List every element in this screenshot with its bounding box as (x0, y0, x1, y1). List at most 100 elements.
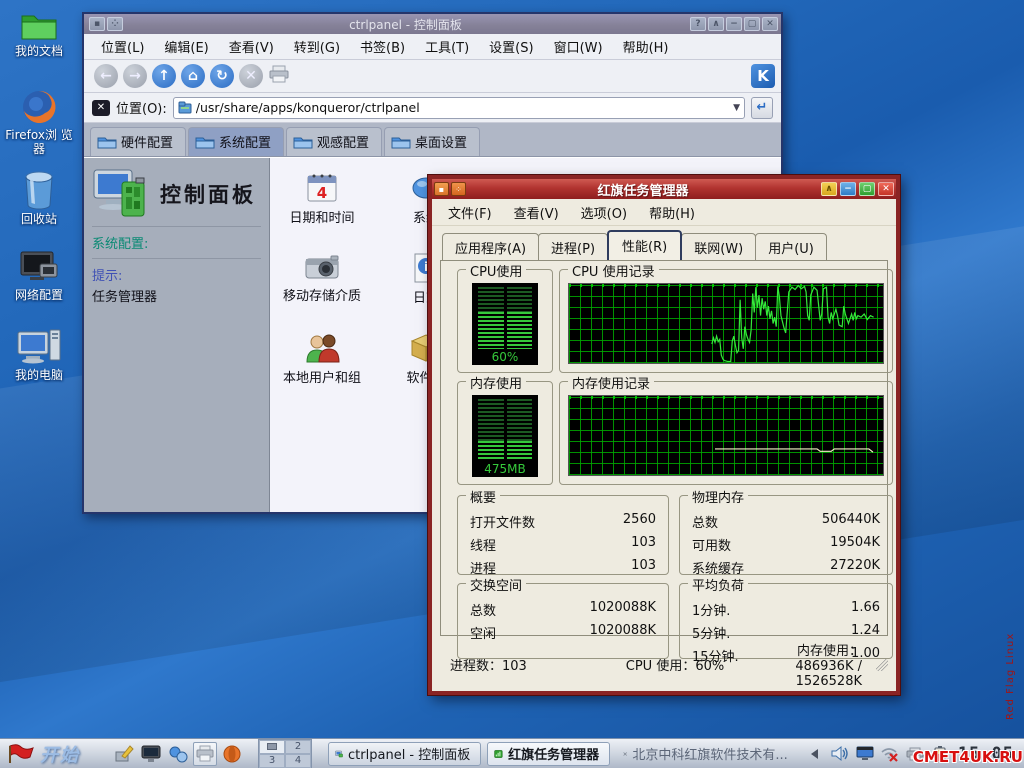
volume-icon[interactable] (830, 744, 850, 764)
display-tray-icon[interactable] (855, 744, 875, 764)
tab-hardware-config[interactable]: 硬件配置 (90, 127, 186, 156)
pager-desktop-1[interactable] (259, 740, 285, 754)
menu-edit[interactable]: 编辑(E) (155, 34, 217, 59)
desktop-icon-my-documents[interactable]: 我的文档 (0, 8, 78, 58)
desktop-icon-label: 网络配置 (0, 288, 78, 302)
konqueror-titlebar[interactable]: ▪ ⁘ ctrlpanel - 控制面板 ? ∧ − ▢ ✕ (84, 14, 781, 34)
shade-button[interactable]: ∧ (708, 17, 724, 31)
window-title: 红旗任务管理器 (468, 180, 818, 199)
taskmanager-titlebar[interactable]: ▪ ⁘ 红旗任务管理器 ∧ − ▢ ✕ (432, 179, 896, 199)
tab-appearance-config[interactable]: 观感配置 (286, 127, 382, 156)
menu-bookmarks[interactable]: 书签(B) (351, 34, 414, 59)
sidebar-hint-text: 任务管理器 (92, 286, 261, 305)
tab-system-config[interactable]: 系统配置 (188, 127, 284, 156)
desktop-icon-my-computer[interactable]: 我的电脑 (0, 328, 78, 382)
menu-help[interactable]: 帮助(H) (639, 200, 705, 225)
konqueror-toolbar: ← → ↑ ⌂ ↻ ✕ K (84, 60, 781, 93)
minimize-button[interactable]: − (726, 17, 742, 31)
konqueror-icon (335, 747, 343, 761)
tab-processes[interactable]: 进程(P) (538, 233, 608, 260)
menu-window[interactable]: 窗口(W) (545, 34, 612, 59)
trash-icon (21, 170, 57, 210)
location-label: 位置(O): (116, 98, 167, 117)
stop-icon[interactable]: ✕ (239, 64, 263, 88)
help-button[interactable]: ? (690, 17, 706, 31)
task-browser[interactable]: 北京中科红旗软件技术有... (616, 742, 799, 766)
item-removable-media[interactable]: 移动存储介质 (270, 252, 374, 332)
cpu-usage-group: CPU使用 60% (457, 269, 553, 373)
konqueror-menubar: 位置(L) 编辑(E) 查看(V) 转到(G) 书签(B) 工具(T) 设置(S… (84, 34, 781, 60)
kde-logo-icon: K (751, 64, 775, 88)
menu-file[interactable]: 文件(F) (438, 200, 502, 225)
media-player-icon[interactable] (220, 742, 244, 766)
window-menu-icon[interactable]: ▪ (434, 182, 449, 196)
cpu-history-group: CPU 使用记录 (559, 269, 893, 373)
up-icon[interactable]: ↑ (152, 64, 176, 88)
task-ctrlpanel[interactable]: ctrlpanel - 控制面板 (328, 742, 481, 766)
go-button[interactable]: ↵ (751, 97, 773, 119)
desktop-icon-firefox[interactable]: Firefox浏 览器 (0, 88, 78, 156)
task-taskmanager[interactable]: 红旗任务管理器 (487, 742, 610, 766)
sticky-icon[interactable]: ⁘ (451, 182, 466, 196)
swap-group: 交换空间 总数1020088K空闲1020088K (457, 583, 669, 659)
item-local-users-groups[interactable]: 本地用户和组 (270, 332, 374, 412)
print-icon[interactable] (268, 65, 290, 87)
desktop-icon-trash[interactable]: 回收站 (0, 170, 78, 226)
cpu-usage-value: 60% (472, 350, 538, 364)
memory-history-graph (568, 395, 884, 476)
sticky-icon[interactable]: ⁘ (107, 17, 123, 31)
maximize-button[interactable]: ▢ (859, 182, 875, 196)
menu-settings[interactable]: 设置(S) (480, 34, 542, 59)
window-menu-icon[interactable]: ▪ (89, 17, 105, 31)
stat-row: 5分钟.1.24 (692, 621, 880, 644)
desktop-icon-network-config[interactable]: 网络配置 (0, 250, 78, 302)
menu-options[interactable]: 选项(O) (571, 200, 637, 225)
menu-help[interactable]: 帮助(H) (614, 34, 678, 59)
tab-networking[interactable]: 联网(W) (681, 233, 756, 260)
display-settings-icon[interactable] (139, 742, 163, 766)
tab-desktop-settings[interactable]: 桌面设置 (384, 127, 480, 156)
chevron-down-icon[interactable]: ▼ (733, 103, 740, 113)
back-icon[interactable]: ← (94, 64, 118, 88)
close-button[interactable]: ✕ (878, 182, 894, 196)
network-places-icon[interactable] (166, 742, 190, 766)
folder-small-icon (178, 101, 192, 114)
location-value[interactable]: /usr/share/apps/konqueror/ctrlpanel (196, 100, 729, 115)
reload-icon[interactable]: ↻ (210, 64, 234, 88)
pager-desktop-3[interactable]: 3 (259, 754, 285, 768)
shade-button[interactable]: ∧ (821, 182, 837, 196)
menu-location[interactable]: 位置(L) (92, 34, 153, 59)
maximize-button[interactable]: ▢ (744, 17, 760, 31)
tab-applications[interactable]: 应用程序(A) (442, 233, 539, 260)
home-icon[interactable]: ⌂ (181, 64, 205, 88)
cpu-usage-meter: 60% (472, 283, 538, 365)
collapse-arrow-icon[interactable] (805, 744, 825, 764)
forward-icon[interactable]: → (123, 64, 147, 88)
menu-view[interactable]: 查看(V) (220, 34, 283, 59)
tab-performance[interactable]: 性能(R) (607, 230, 682, 260)
sidebar-divider (92, 226, 261, 227)
pager-desktop-4[interactable]: 4 (285, 754, 311, 768)
menu-tools[interactable]: 工具(T) (416, 34, 478, 59)
folder-blue-icon (391, 135, 411, 149)
item-date-time[interactable]: 4 日期和时间 (270, 172, 374, 252)
desktop-icon-label: Firefox浏 览器 (0, 128, 78, 156)
printer-icon[interactable] (193, 742, 217, 766)
tab-users[interactable]: 用户(U) (755, 233, 827, 260)
menu-go[interactable]: 转到(G) (285, 34, 349, 59)
network-config-icon (18, 250, 60, 286)
cpu-history-graph (568, 283, 884, 364)
memory-history-group: 内存使用记录 (559, 381, 893, 485)
edit-tool-icon[interactable] (112, 742, 136, 766)
start-button[interactable]: 开始 (4, 741, 94, 767)
desktop: 我的文档 Firefox浏 览器 回收站 网络配置 (0, 0, 1024, 768)
clear-location-icon[interactable]: ✕ (92, 100, 110, 116)
pager-desktop-2[interactable]: 2 (285, 740, 311, 754)
minimize-button[interactable]: − (840, 182, 856, 196)
network-offline-icon[interactable] (880, 744, 900, 764)
stat-row: 1分钟.1.66 (692, 598, 880, 621)
menu-view[interactable]: 查看(V) (504, 200, 569, 225)
close-button[interactable]: ✕ (762, 17, 778, 31)
location-input[interactable]: /usr/share/apps/konqueror/ctrlpanel ▼ (173, 97, 745, 119)
desktop-icon-label: 我的文档 (0, 44, 78, 58)
